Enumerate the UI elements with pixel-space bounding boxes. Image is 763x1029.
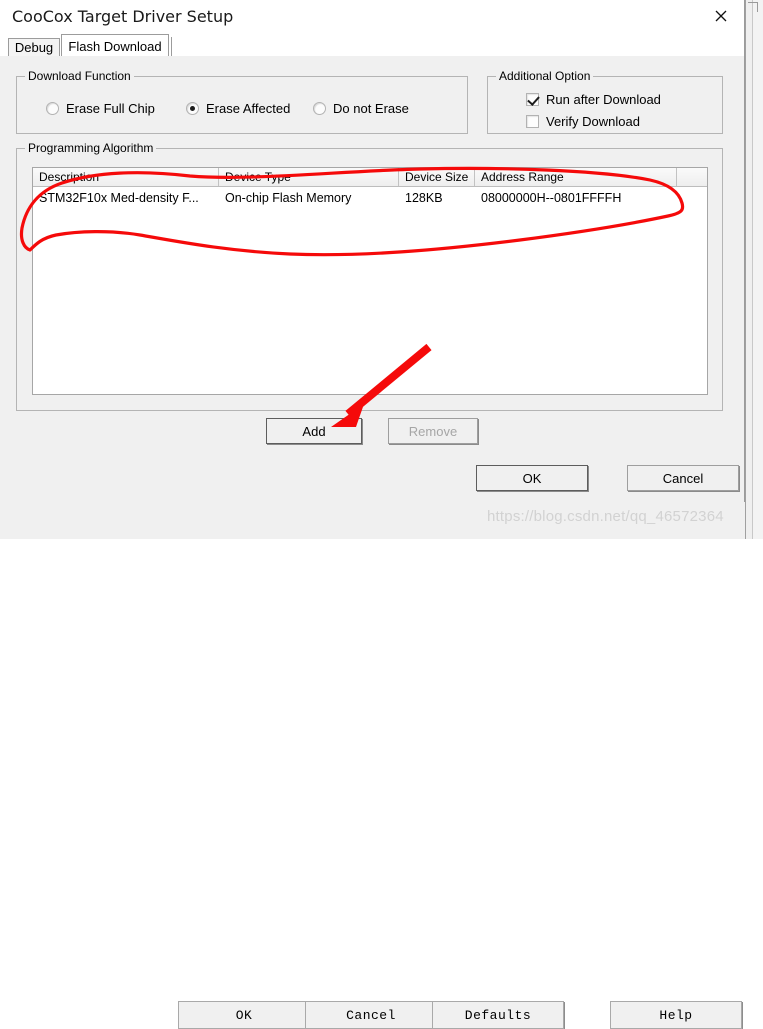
background-help-label: Help [659,1007,693,1023]
checkbox-run-after-download-indicator [526,93,539,106]
background-cancel-button[interactable]: Cancel [305,1001,437,1029]
cell-device-size: 128KB [405,191,443,205]
programming-algorithm-list[interactable]: Description Device Type Device Size Addr… [32,167,708,395]
cell-address-range: 08000000H--0801FFFFH [481,191,622,205]
additional-option-legend: Additional Option [496,69,594,83]
column-header-device-type[interactable]: Device Type [219,168,399,186]
tab-strip: Debug Flash Download [0,34,744,57]
background-ok-label: OK [235,1007,253,1023]
target-driver-setup-dialog: CooCox Target Driver Setup Debug Flash D… [0,0,745,502]
column-header-address-range[interactable]: Address Range [475,168,677,186]
window-title: CooCox Target Driver Setup [12,7,234,26]
radio-do-not-erase[interactable]: Do not Erase [313,101,409,116]
title-bar: CooCox Target Driver Setup [0,0,744,34]
tab-strip-divider [171,37,172,56]
table-header-row: Description Device Type Device Size Addr… [33,168,707,187]
cancel-button[interactable]: Cancel [627,465,739,491]
tab-flash-download[interactable]: Flash Download [61,34,169,57]
background-window-corner-mark [748,2,758,12]
background-defaults-button[interactable]: Defaults [432,1001,564,1029]
checkbox-verify-download-indicator [526,115,539,128]
background-help-button[interactable]: Help [610,1001,742,1029]
background-defaults-label: Defaults [464,1007,532,1023]
checkbox-run-after-download-label: Run after Download [546,92,661,107]
remove-button-label: Remove [408,423,458,439]
radio-erase-full-chip-label: Erase Full Chip [66,101,155,116]
table-row[interactable]: STM32F10x Med-density F... On-chip Flash… [33,187,707,209]
column-header-device-size[interactable]: Device Size [399,168,475,186]
ok-button[interactable]: OK [476,465,588,491]
radio-erase-affected-indicator [186,102,199,115]
radio-erase-affected-label: Erase Affected [206,101,291,116]
checkbox-verify-download[interactable]: Verify Download [526,114,640,129]
background-ok-button[interactable]: OK [178,1001,310,1029]
cell-description: STM32F10x Med-density F... [39,191,199,205]
radio-erase-affected[interactable]: Erase Affected [186,101,290,116]
radio-do-not-erase-indicator [313,102,326,115]
close-icon[interactable] [698,0,744,32]
download-function-legend: Download Function [25,69,134,83]
checkbox-verify-download-label: Verify Download [546,114,640,129]
add-button-label: Add [302,423,326,439]
radio-do-not-erase-label: Do not Erase [333,101,409,116]
add-button[interactable]: Add [266,418,362,444]
cancel-button-label: Cancel [662,470,704,486]
radio-erase-full-chip-indicator [46,102,59,115]
background-cancel-label: Cancel [346,1007,396,1023]
radio-erase-full-chip[interactable]: Erase Full Chip [46,101,155,116]
cell-device-type: On-chip Flash Memory [225,191,352,205]
remove-button: Remove [388,418,478,444]
tab-flash-download-label: Flash Download [68,38,162,54]
ok-button-label: OK [522,470,542,486]
tab-debug-label: Debug [14,40,54,55]
column-header-description[interactable]: Description [33,168,219,186]
column-header-spacer [677,168,707,186]
checkbox-run-after-download[interactable]: Run after Download [526,92,661,107]
background-window-edge [753,0,763,539]
tab-debug[interactable]: Debug [8,38,60,56]
watermark-text: https://blog.csdn.net/qq_46572364 [487,508,724,525]
programming-algorithm-legend: Programming Algorithm [25,141,157,155]
